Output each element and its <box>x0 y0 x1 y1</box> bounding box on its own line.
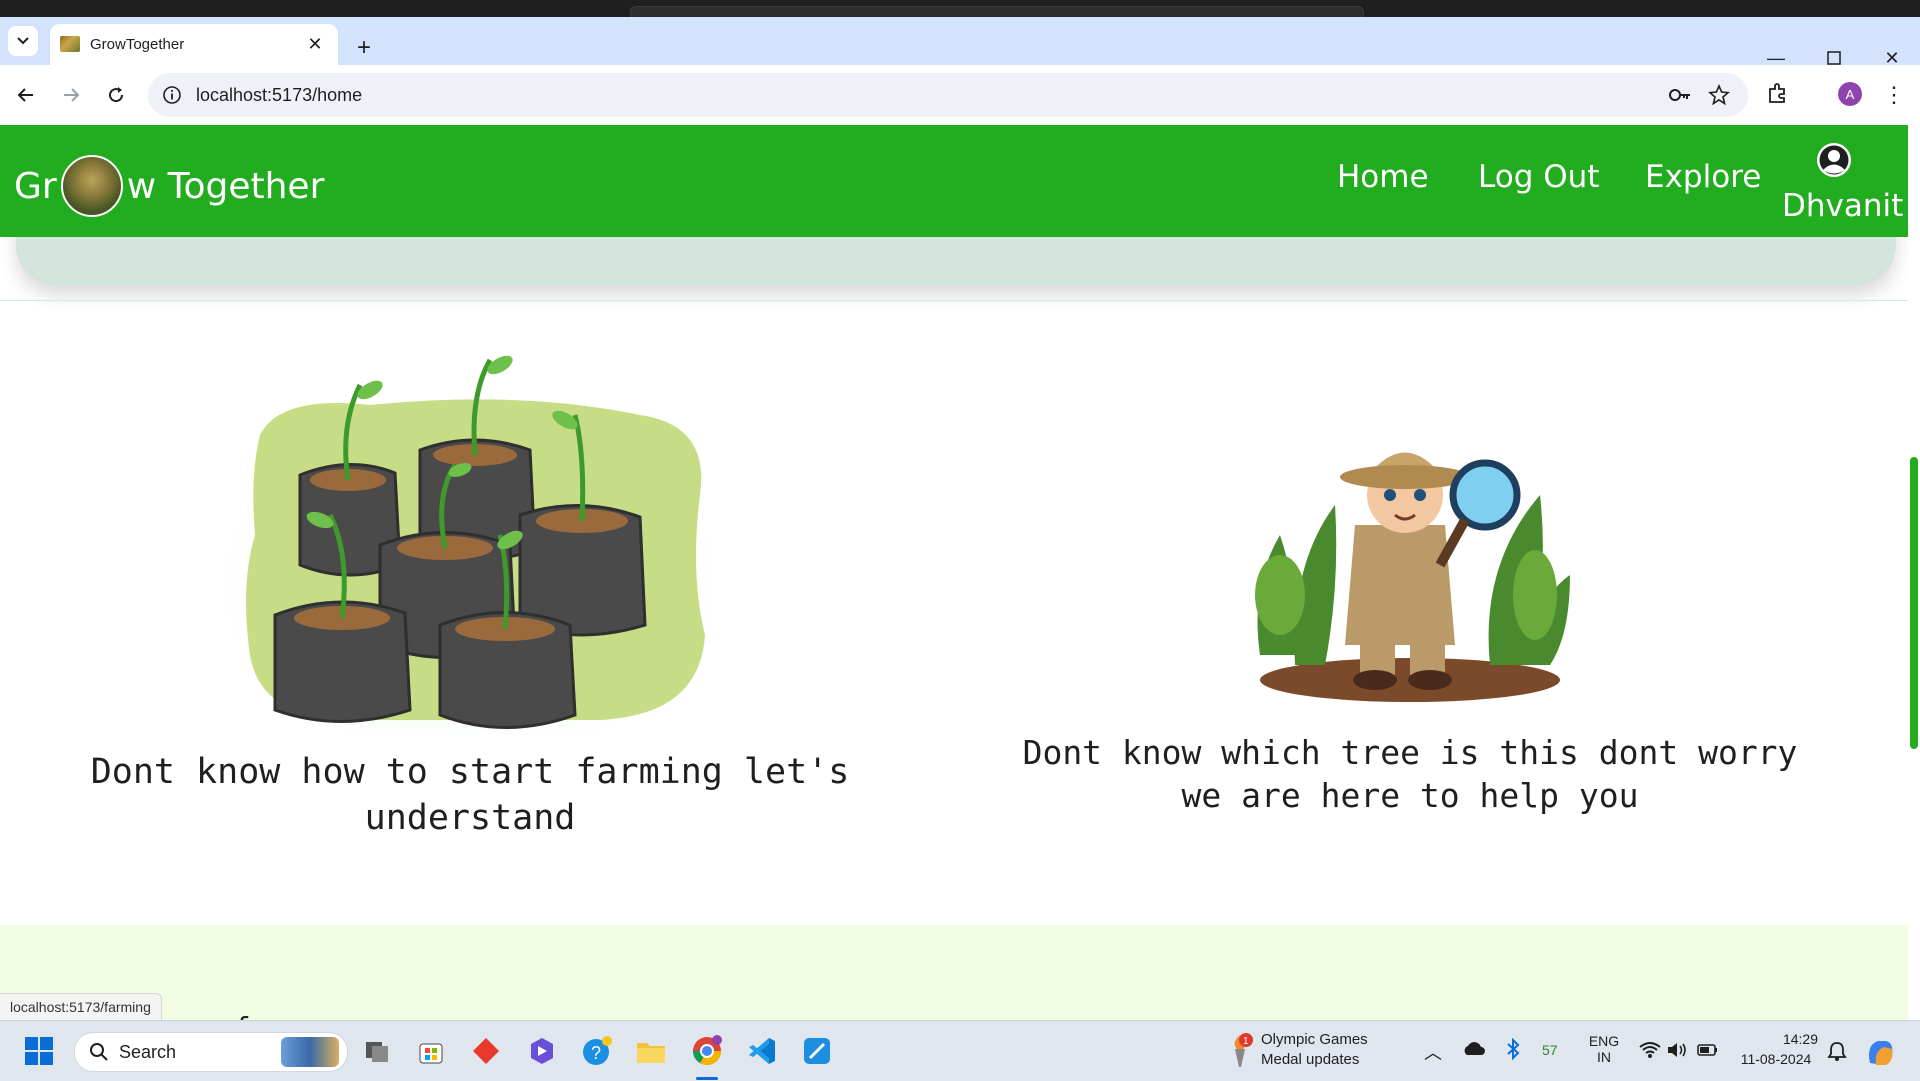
site-navbar: Gr w Together Home Log Out Explore Dhvan… <box>0 125 1920 237</box>
language-indicator[interactable]: ENG IN <box>1586 1033 1622 1065</box>
app-red-diamond-button[interactable] <box>469 1034 503 1068</box>
site-info-icon[interactable] <box>162 85 182 105</box>
file-explorer-button[interactable] <box>634 1034 668 1068</box>
back-button[interactable] <box>10 79 42 111</box>
nav-link-explore[interactable]: Explore <box>1645 159 1761 195</box>
plant-identify-feature-card[interactable]: Dont know which tree is this dont worry … <box>995 395 1825 817</box>
extensions-puzzle-icon[interactable] <box>1766 81 1790 105</box>
snipping-tool-button[interactable] <box>800 1034 834 1068</box>
store-icon <box>419 1043 443 1064</box>
clock-date: 11-08-2024 <box>1740 1051 1812 1067</box>
page-scrollbar[interactable] <box>1908 125 1920 1020</box>
app-purple-button[interactable] <box>525 1034 559 1068</box>
news-title: Olympic Games <box>1261 1031 1368 1048</box>
svg-text:?: ? <box>591 1043 601 1063</box>
browser-menu-icon[interactable]: ⋮ <box>1883 79 1905 111</box>
folder-icon <box>637 1043 665 1063</box>
wifi-icon[interactable] <box>1638 1041 1662 1059</box>
new-tab-button[interactable]: + <box>350 34 378 62</box>
news-subtitle: Medal updates <box>1261 1051 1360 1068</box>
chevron-down-icon <box>17 37 29 45</box>
tab-title: GrowTogether <box>90 36 185 53</box>
url-text[interactable]: localhost:5173/home <box>196 85 362 106</box>
bookmark-star-icon[interactable] <box>1708 84 1730 106</box>
browser-tab[interactable]: GrowTogether ✕ <box>50 24 338 65</box>
vscode-icon <box>749 1038 775 1064</box>
snip-icon <box>804 1038 830 1064</box>
onedrive-cloud-icon[interactable] <box>1462 1041 1486 1057</box>
explorer-magnifier-illustration <box>1255 452 1570 702</box>
tab-search-button[interactable] <box>8 26 38 56</box>
volume-icon[interactable] <box>1666 1041 1690 1059</box>
red-diamond-app-icon <box>473 1038 499 1064</box>
windows-logo-icon <box>25 1037 53 1065</box>
purple-app-icon <box>531 1038 553 1064</box>
task-view-button[interactable] <box>360 1034 394 1068</box>
brand-suffix: w Together <box>126 165 325 207</box>
language-code: ENG <box>1588 1033 1620 1049</box>
bluetooth-icon[interactable] <box>1505 1038 1521 1060</box>
battery-percent: 57 <box>1542 1042 1558 1058</box>
scrollbar-thumb[interactable] <box>1910 457 1918 749</box>
get-help-button[interactable]: ? <box>580 1034 614 1068</box>
section-divider <box>0 300 1908 301</box>
password-key-icon[interactable] <box>1668 85 1692 105</box>
browser-toolbar: localhost:5173/home A ⋮ <box>0 65 1920 126</box>
address-bar[interactable]: localhost:5173/home <box>148 73 1748 117</box>
clock[interactable]: 14:29 11-08-2024 <box>1734 1031 1818 1067</box>
username-label: Dhvanit <box>1782 188 1904 224</box>
start-button[interactable] <box>22 1034 56 1068</box>
arrow-left-icon <box>17 88 33 102</box>
nav-link-logout[interactable]: Log Out <box>1478 159 1599 195</box>
reload-button[interactable] <box>100 79 132 111</box>
task-view-icon <box>366 1042 388 1062</box>
brand-prefix: Gr <box>14 165 57 207</box>
user-circle-icon <box>1817 143 1851 177</box>
next-section-heading-peek: r f <box>200 1011 251 1020</box>
reload-icon <box>109 87 124 103</box>
chrome-button[interactable] <box>690 1034 724 1068</box>
region-code: IN <box>1597 1049 1611 1065</box>
user-profile-link[interactable]: Dhvanit <box>1782 141 1904 224</box>
microsoft-store-button[interactable] <box>414 1034 448 1068</box>
show-hidden-icons-chevron-icon[interactable]: ︿ <box>1424 1039 1442 1065</box>
clock-time: 14:29 <box>1782 1031 1818 1047</box>
olympic-torch-icon: 1 <box>1234 1033 1253 1067</box>
search-highlight-icon <box>281 1037 339 1067</box>
tab-close-icon[interactable]: ✕ <box>304 33 326 55</box>
os-title-strip <box>0 0 1920 20</box>
farming-caption: Dont know how to start farming let's und… <box>90 752 850 838</box>
profile-avatar[interactable]: A <box>1838 82 1862 106</box>
page-viewport: Dont know how to start farming let's und… <box>0 125 1920 1020</box>
link-status-bar: localhost:5173/farming <box>0 993 162 1020</box>
taskbar-search[interactable]: Search <box>74 1032 348 1072</box>
site-favicon-icon <box>60 36 80 52</box>
search-label: Search <box>119 1042 177 1062</box>
seedling-bags-illustration <box>210 355 730 755</box>
forward-button[interactable] <box>55 79 87 111</box>
arrow-right-icon <box>64 88 80 102</box>
plant-identify-caption: Dont know which tree is this dont worry … <box>1022 733 1798 815</box>
news-badge: 1 <box>1243 1036 1249 1047</box>
copilot-icon[interactable] <box>1864 1035 1898 1069</box>
maximize-icon <box>1827 51 1841 65</box>
notifications-bell-icon[interactable] <box>1826 1040 1848 1062</box>
vscode-button[interactable] <box>745 1034 779 1068</box>
search-icon <box>90 1043 108 1061</box>
battery-icon[interactable] <box>1696 1041 1720 1059</box>
next-section: r f <box>0 925 1910 1020</box>
wheat-logo-icon <box>60 155 123 217</box>
windows-taskbar: Search ? 1 Olympic Games Medal updates ︿… <box>0 1020 1920 1081</box>
brand-logo-link[interactable]: Gr w Together <box>14 155 324 217</box>
nav-link-home[interactable]: Home <box>1337 159 1429 195</box>
help-icon: ? <box>583 1036 612 1065</box>
farming-feature-card[interactable]: Dont know how to start farming let's und… <box>80 355 860 841</box>
tab-bar: GrowTogether ✕ + — ✕ <box>0 17 1920 68</box>
chrome-icon <box>693 1035 722 1065</box>
